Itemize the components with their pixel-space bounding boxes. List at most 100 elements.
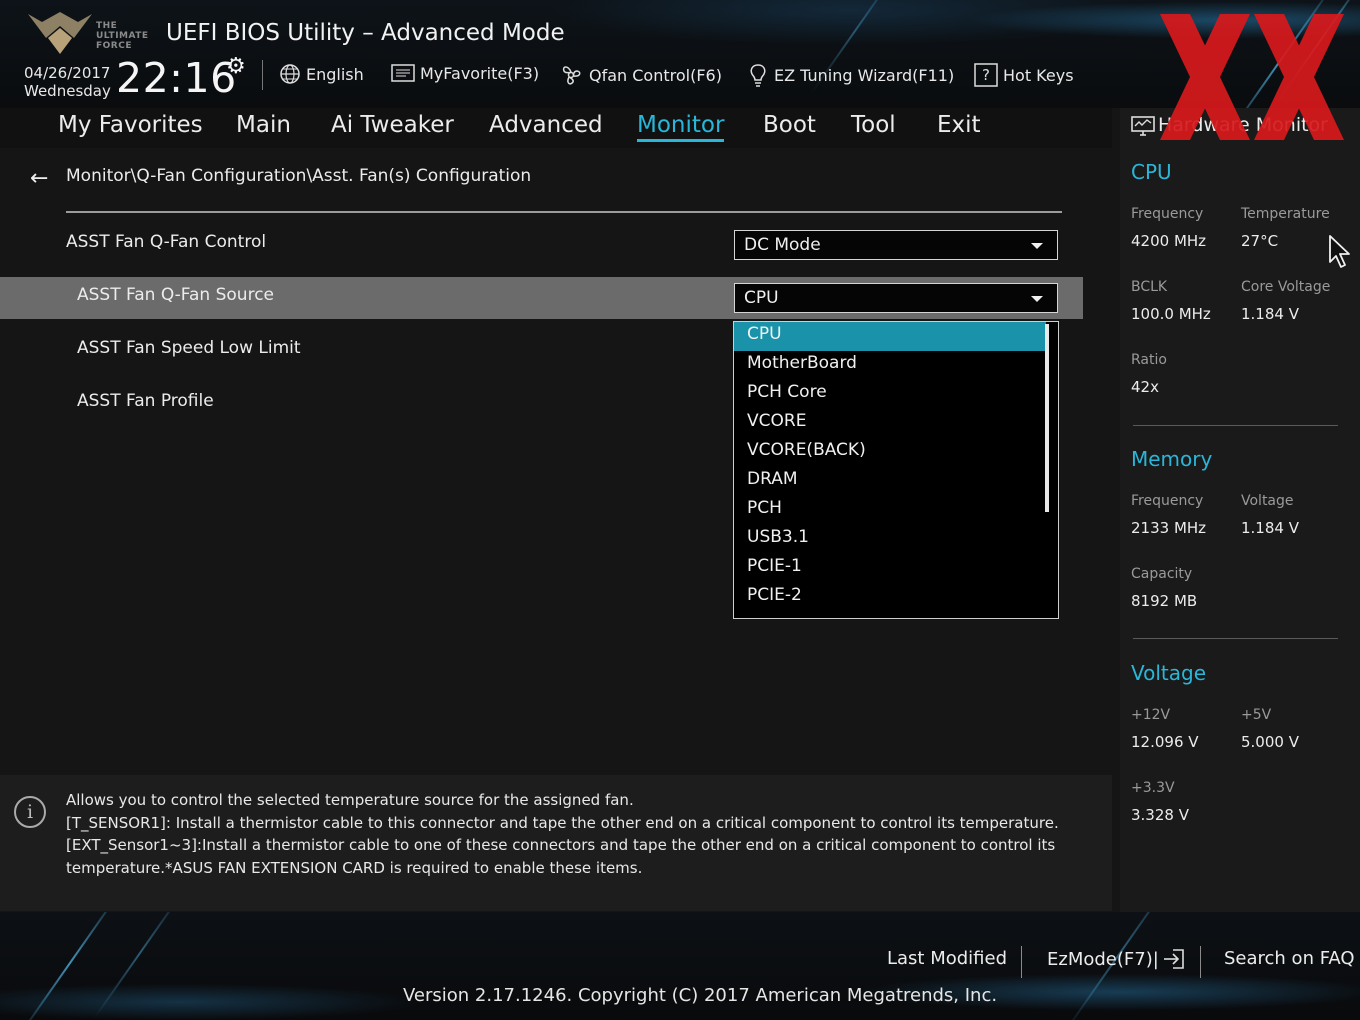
globe-icon (280, 64, 300, 84)
qfan-label: Qfan Control(F6) (589, 65, 722, 85)
bclk-label: BCLK (1131, 279, 1168, 295)
v12-value: 12.096 V (1131, 733, 1199, 751)
exit-arrow-icon (1163, 949, 1184, 969)
tab-main[interactable]: Main (236, 112, 291, 138)
chevron-down-icon (1031, 243, 1043, 249)
decor-streak (17, 912, 123, 1020)
clock: 22:16 (116, 54, 237, 102)
v5-value: 5.000 V (1241, 733, 1299, 751)
ezmode-label: EzMode(F7)| (1047, 948, 1159, 970)
decor-streak (1221, 0, 1339, 108)
app-title: UEFI BIOS Utility – Advanced Mode (166, 20, 565, 46)
memory-voltage-value: 1.184 V (1241, 519, 1299, 537)
cpu-heading: CPU (1131, 160, 1172, 184)
dropdown-scrollbar[interactable] (1045, 324, 1049, 512)
weekday: Wednesday (24, 82, 111, 100)
tab-ai-tweaker[interactable]: Ai Tweaker (331, 112, 454, 138)
ratio-label: Ratio (1131, 352, 1167, 368)
ratio-value: 42x (1131, 378, 1159, 396)
v5-label: +5V (1241, 707, 1272, 723)
myfavorite-label: MyFavorite(F3) (420, 63, 540, 83)
cpu-temperature-value: 27°C (1241, 232, 1279, 250)
help-text-line: [T_SENSOR1]: Install a thermistor cable … (66, 814, 1059, 832)
tab-my-favorites[interactable]: My Favorites (58, 112, 203, 138)
back-arrow-icon[interactable]: ← (30, 166, 48, 191)
q-fan-source-label: ASST Fan Q-Fan Source (77, 285, 275, 305)
date-display: 04/26/2017 Wednesday (24, 64, 111, 100)
capacity-label: Capacity (1131, 566, 1193, 582)
svg-text:?: ? (982, 66, 990, 84)
date: 04/26/2017 (24, 64, 111, 82)
dropdown-option[interactable]: CPU (734, 322, 1046, 351)
gear-icon[interactable]: ⚙ (226, 54, 246, 79)
info-icon: i (14, 796, 46, 828)
q-fan-control-value: DC Mode (744, 235, 821, 255)
fan-profile-label[interactable]: ASST Fan Profile (77, 391, 214, 411)
tuf-logo: THE ULTIMATE FORCE (26, 8, 148, 56)
dropdown-option[interactable]: VCORE (734, 409, 1046, 438)
q-fan-control-label: ASST Fan Q-Fan Control (66, 232, 267, 252)
ezmode-button[interactable]: EzMode(F7)| (1047, 948, 1185, 970)
v33-label: +3.3V (1131, 780, 1175, 796)
header-divider (262, 60, 263, 90)
hardware-monitor-panel: Hardware Monitor CPU Frequency Temperatu… (1120, 108, 1360, 912)
tab-boot[interactable]: Boot (763, 112, 816, 138)
decor-streak (93, 912, 187, 1020)
hot-keys-button[interactable]: ? Hot Keys (974, 63, 1074, 87)
favorite-list-icon (391, 64, 415, 82)
divider (1133, 425, 1338, 426)
cpu-temperature-label: Temperature (1241, 206, 1330, 222)
help-icon: ? (974, 63, 998, 87)
tab-tool[interactable]: Tool (851, 112, 896, 138)
core-voltage-label: Core Voltage (1241, 279, 1331, 295)
dropdown-option[interactable]: PCH Core (734, 380, 1046, 409)
dropdown-option[interactable]: VCORE(BACK) (734, 438, 1046, 467)
cpu-frequency-value: 4200 MHz (1131, 232, 1207, 250)
breadcrumb: Monitor\Q-Fan Configuration\Asst. Fan(s)… (66, 166, 532, 186)
footer-bar: Last Modified EzMode(F7)| Search on FAQ … (0, 912, 1360, 1020)
q-fan-source-value: CPU (744, 288, 779, 308)
v12-label: +12V (1131, 707, 1171, 723)
q-fan-control-select[interactable]: DC Mode (734, 230, 1058, 260)
tab-monitor[interactable]: Monitor (637, 112, 725, 142)
v33-value: 3.328 V (1131, 806, 1189, 824)
source-dropdown-list[interactable]: CPU MotherBoard PCH Core VCORE VCORE(BAC… (733, 321, 1059, 619)
dropdown-option[interactable]: PCIE-2 (734, 583, 1046, 612)
dropdown-option[interactable]: PCH (734, 496, 1046, 525)
ez-tuning-label: EZ Tuning Wizard(F11) (774, 65, 955, 85)
bclk-value: 100.0 MHz (1131, 305, 1211, 323)
speed-low-limit-label[interactable]: ASST Fan Speed Low Limit (77, 338, 301, 358)
last-modified-label: Last Modified (887, 948, 1008, 969)
tab-advanced[interactable]: Advanced (489, 112, 603, 138)
dropdown-option[interactable]: DRAM (734, 467, 1046, 496)
dropdown-option[interactable]: MotherBoard (734, 351, 1046, 380)
language-button[interactable]: English (279, 63, 364, 85)
last-modified-button[interactable]: Last Modified (887, 948, 1007, 969)
mouse-cursor-icon (1329, 235, 1350, 268)
q-fan-source-select[interactable]: CPU (734, 283, 1058, 313)
settings-panel: ← Monitor\Q-Fan Configuration\Asst. Fan(… (0, 148, 1112, 766)
tab-exit[interactable]: Exit (937, 112, 981, 138)
hot-keys-label: Hot Keys (1003, 65, 1074, 85)
voltage-heading: Voltage (1131, 661, 1207, 685)
lightbulb-icon (750, 64, 766, 87)
myfavorite-button[interactable]: MyFavorite(F3) (391, 63, 539, 83)
capacity-value: 8192 MB (1131, 592, 1198, 610)
memory-heading: Memory (1131, 447, 1213, 471)
dropdown-option[interactable]: PCIE-1 (734, 554, 1046, 583)
dropdown-option[interactable]: USB3.1 (734, 525, 1046, 554)
search-faq-label: Search on FAQ (1224, 948, 1355, 969)
fan-icon (562, 66, 581, 85)
ez-tuning-wizard-button[interactable]: EZ Tuning Wizard(F11) (747, 63, 954, 87)
memory-frequency-value: 2133 MHz (1131, 519, 1207, 537)
header-bar: THE ULTIMATE FORCE UEFI BIOS Utility – A… (0, 0, 1360, 108)
help-text-line: [EXT_Sensor1~3]:Install a thermistor cab… (66, 836, 1056, 854)
cpu-frequency-label: Frequency (1131, 206, 1204, 222)
language-label: English (306, 64, 364, 84)
search-faq-button[interactable]: Search on FAQ (1224, 948, 1355, 969)
hardware-monitor-title: Hardware Monitor (1158, 114, 1328, 136)
copyright-text: Version 2.17.1246. Copyright (C) 2017 Am… (403, 985, 998, 1006)
divider (1133, 638, 1338, 639)
qfan-control-button[interactable]: Qfan Control(F6) (558, 63, 722, 87)
monitor-icon (1131, 116, 1155, 136)
